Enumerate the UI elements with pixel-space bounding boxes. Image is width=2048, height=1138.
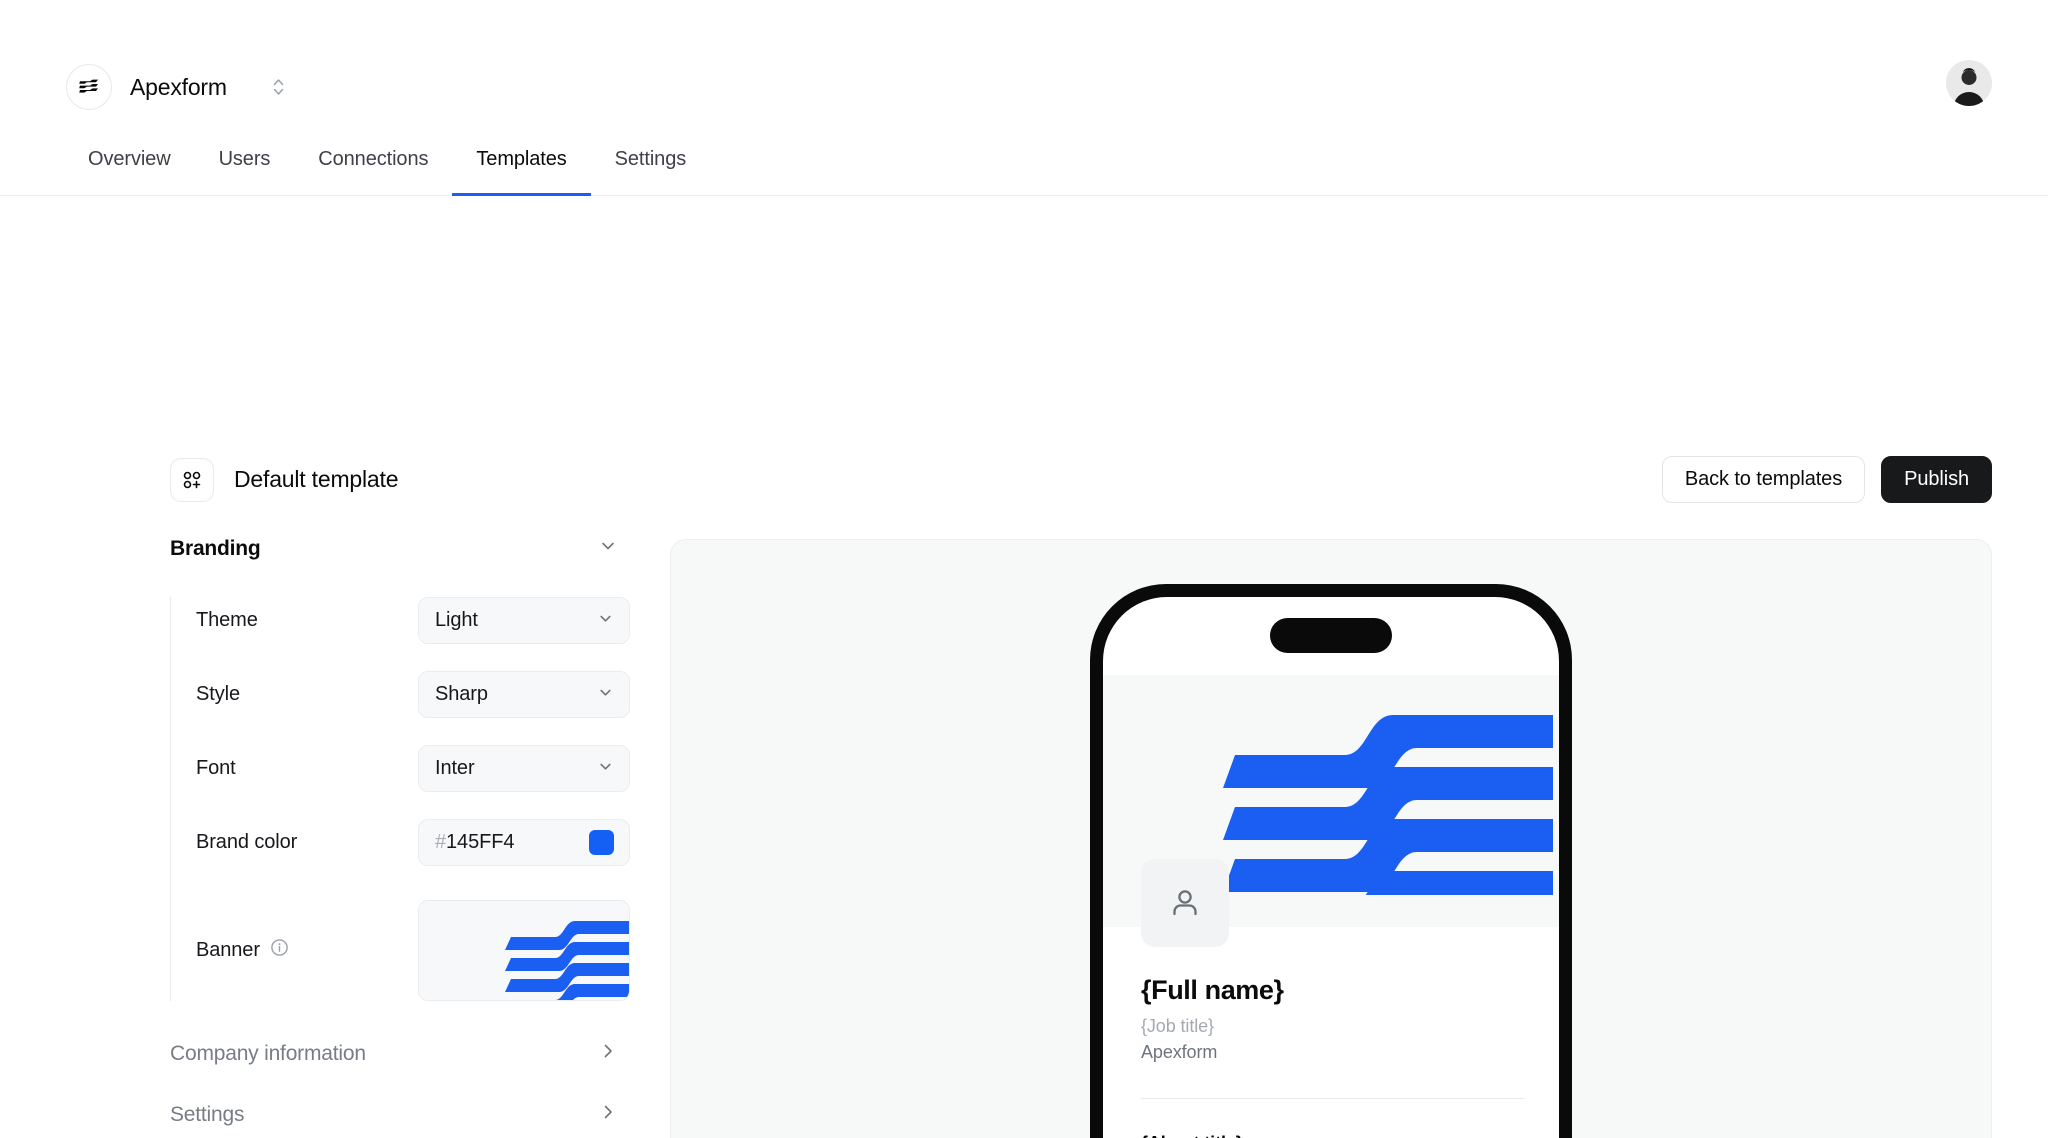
preview-company: Apexform — [1141, 1042, 1218, 1062]
brand-switcher[interactable]: Apexform — [66, 64, 289, 110]
chevron-down-icon — [597, 684, 614, 706]
banner-label-text: Banner — [196, 939, 260, 961]
brand-color-hash: # — [435, 831, 447, 853]
preview-full-name: {Full name} — [1141, 975, 1284, 1005]
dynamic-island — [1270, 618, 1392, 653]
branding-panel: Branding Theme Light Style Sharp Font In… — [170, 536, 630, 1138]
phone-mockup: {Full name} {Job title} Apexform {About … — [1090, 584, 1572, 1138]
publish-button[interactable]: Publish — [1881, 456, 1992, 503]
field-banner-label: Banner — [196, 938, 289, 963]
section-settings[interactable]: Settings — [170, 1102, 630, 1127]
chevron-right-icon[interactable] — [598, 1102, 618, 1127]
brand-name: Apexform — [130, 73, 227, 100]
section-branding-title: Branding — [170, 536, 261, 560]
preview-divider — [1141, 1098, 1525, 1099]
font-select-value: Inter — [435, 757, 475, 779]
banner-preview[interactable] — [418, 900, 630, 1001]
banner-stripes-preview-icon — [505, 921, 629, 1000]
brand-color-value: #145FF4 — [435, 831, 514, 854]
field-brand-color: Brand color #145FF4 — [172, 819, 630, 866]
apexform-stripes-logo-icon — [66, 64, 112, 110]
preview-card-body: {Full name} {Job title} Apexform {About … — [1141, 975, 1525, 1138]
field-theme: Theme Light — [172, 597, 630, 644]
template-preview-panel: {Full name} {Job title} Apexform {About … — [670, 539, 1992, 1138]
tab-users[interactable]: Users — [195, 148, 295, 196]
chevron-up-down-icon[interactable] — [269, 73, 289, 101]
page-header: Default template Back to templates Publi… — [170, 456, 1992, 503]
chevron-right-icon[interactable] — [598, 1041, 618, 1066]
field-brand-color-label: Brand color — [196, 831, 298, 853]
field-font-label: Font — [196, 757, 236, 779]
page-header-actions: Back to templates Publish — [1661, 456, 1992, 503]
top-bar: Apexform Overview Users Connections Temp… — [0, 0, 2048, 196]
chevron-down-icon[interactable] — [598, 536, 618, 561]
page-content: Default template Back to templates Publi… — [0, 196, 2048, 1138]
style-select[interactable]: Sharp — [418, 671, 630, 718]
theme-select[interactable]: Light — [418, 597, 630, 644]
section-company-information[interactable]: Company information — [170, 1041, 630, 1066]
section-settings-label: Settings — [170, 1102, 245, 1126]
chevron-down-icon — [597, 610, 614, 632]
branding-fields: Theme Light Style Sharp Font Inter Brand… — [170, 597, 630, 1001]
avatar-placeholder — [1141, 859, 1229, 947]
chevron-down-icon — [597, 758, 614, 780]
avatar[interactable] — [1946, 60, 1992, 106]
template-blocks-icon — [170, 457, 214, 502]
page-header-left: Default template — [170, 457, 399, 502]
tab-overview[interactable]: Overview — [66, 148, 195, 196]
other-sections: Company information Settings — [170, 1041, 630, 1127]
field-style-label: Style — [196, 683, 240, 705]
info-circle-icon[interactable] — [270, 938, 289, 963]
main-tabs: Overview Users Connections Templates Set… — [66, 148, 710, 196]
tab-templates[interactable]: Templates — [452, 148, 591, 196]
field-font: Font Inter — [172, 745, 630, 792]
preview-job-title: {Job title} — [1141, 1016, 1214, 1036]
preview-about-title: {About title} — [1141, 1133, 1525, 1138]
brand-color-swatch[interactable] — [589, 830, 614, 855]
section-company-information-label: Company information — [170, 1041, 366, 1065]
tab-settings[interactable]: Settings — [591, 148, 710, 196]
back-to-templates-button[interactable]: Back to templates — [1661, 456, 1866, 503]
brand-color-hex: 145FF4 — [446, 831, 515, 853]
brand-color-input[interactable]: #145FF4 — [418, 819, 630, 866]
font-select[interactable]: Inter — [418, 745, 630, 792]
field-banner: Banner — [172, 900, 630, 1001]
tab-connections[interactable]: Connections — [294, 148, 452, 196]
page-title: Default template — [234, 466, 399, 492]
style-select-value: Sharp — [435, 683, 488, 705]
phone-screen: {Full name} {Job title} Apexform {About … — [1103, 597, 1559, 1138]
theme-select-value: Light — [435, 609, 478, 631]
banner-stripes-icon — [1223, 715, 1553, 895]
section-branding-header[interactable]: Branding — [170, 536, 630, 561]
field-theme-label: Theme — [196, 609, 258, 631]
field-style: Style Sharp — [172, 671, 630, 718]
